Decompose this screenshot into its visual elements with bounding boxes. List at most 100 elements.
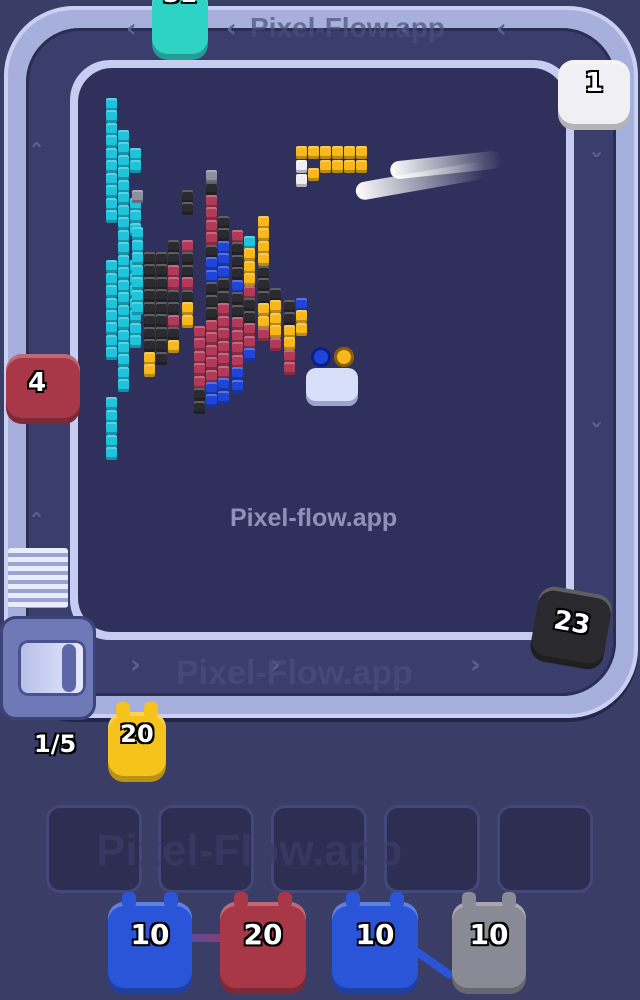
pixel-block	[118, 229, 129, 243]
pixel-block	[156, 264, 167, 278]
pig-ear	[462, 892, 476, 908]
pixel-block	[144, 351, 155, 365]
conveyor-pig-black[interactable]: 23	[527, 584, 615, 672]
conveyor-pig-white[interactable]: 1	[558, 60, 630, 130]
pixel-block	[106, 397, 117, 411]
pixel-block	[106, 422, 117, 436]
pixel-block	[144, 339, 155, 353]
pixel-block	[156, 252, 167, 265]
pixel-block	[270, 325, 281, 339]
conveyor-pig-cyan[interactable]: 31	[152, 0, 208, 60]
pixel-block	[296, 174, 307, 187]
pixel-block	[118, 154, 129, 168]
waiting-pig-gray[interactable]: 10	[452, 892, 526, 994]
holding-slot[interactable]	[497, 805, 593, 893]
entry-grate	[8, 548, 68, 608]
pixel-block	[232, 279, 243, 293]
pig-ear	[116, 702, 130, 718]
pixel-block	[168, 277, 179, 291]
yellow-ammo-ball	[334, 347, 354, 367]
pixel-block	[218, 290, 229, 304]
pixel-block	[356, 160, 367, 173]
pixel-block	[144, 264, 155, 278]
pixel-block	[106, 172, 117, 186]
shooter-turret	[306, 368, 358, 406]
pixel-block	[182, 264, 193, 278]
waiting-pig-blue[interactable]: 10	[332, 892, 418, 994]
pixel-block	[118, 329, 129, 343]
pixel-block	[206, 207, 217, 221]
pixel-block	[232, 367, 243, 381]
pixel-block	[106, 197, 117, 211]
pixel-block	[194, 338, 205, 352]
active-pig-yellow[interactable]: 20	[108, 702, 166, 782]
pixel-block	[232, 342, 243, 356]
pixel-block	[218, 240, 229, 254]
pixel-block	[206, 282, 217, 296]
pixel-block	[132, 227, 143, 241]
pixel-block	[106, 447, 117, 461]
pixel-block	[118, 142, 129, 156]
pixel-block	[106, 122, 117, 136]
pixel-block	[168, 314, 179, 328]
pixel-block	[106, 110, 117, 124]
chevron-left-icon: ‹	[226, 14, 237, 44]
pixel-block	[194, 388, 205, 402]
pixel-block	[244, 248, 255, 262]
pixel-block	[284, 337, 295, 351]
pixel-block	[244, 260, 255, 274]
pixel-block	[118, 130, 129, 143]
pixel-block	[144, 364, 155, 378]
pixel-block	[130, 322, 141, 336]
pixel-block	[218, 328, 229, 342]
conveyor-pig-crimson[interactable]: 4	[6, 354, 80, 424]
pixel-block	[284, 300, 295, 313]
pixel-block	[232, 304, 243, 318]
track-watermark-top: Pixel-Flow.app	[250, 12, 445, 43]
pixel-block	[218, 228, 229, 242]
pixel-block	[232, 254, 243, 268]
pixel-block	[182, 190, 193, 203]
pixel-block	[206, 394, 217, 408]
pixel-block	[182, 277, 193, 291]
pixel-block	[270, 288, 281, 301]
pixel-block	[206, 244, 217, 258]
pixel-block	[156, 289, 167, 303]
pig-ear	[502, 892, 516, 908]
pixel-block	[144, 289, 155, 303]
pixel-block	[244, 323, 255, 337]
pixel-block	[206, 257, 217, 271]
pixel-block	[284, 324, 295, 338]
pixel-block	[118, 354, 129, 368]
pixel-block	[168, 264, 179, 278]
pixel-block	[232, 230, 243, 243]
pixel-block	[258, 228, 269, 242]
waiting-pig-blue[interactable]: 10	[108, 892, 192, 994]
pixel-block	[144, 276, 155, 290]
pixel-block	[106, 147, 117, 161]
pixel-block	[130, 335, 141, 349]
pixel-block	[206, 307, 217, 321]
pixel-block	[144, 326, 155, 340]
pixel-block	[218, 216, 229, 229]
pixel-block	[218, 253, 229, 267]
chevron-right-icon: ›	[130, 650, 141, 680]
pixel-block	[130, 160, 141, 174]
pixel-block	[218, 353, 229, 367]
pixel-block	[132, 277, 143, 291]
pixel-block	[132, 289, 143, 303]
pixel-block	[258, 328, 269, 342]
pixel-block	[332, 160, 343, 173]
pixel-block	[206, 344, 217, 358]
pixel-block	[118, 341, 129, 355]
pixel-block	[130, 210, 141, 224]
pixel-block	[118, 192, 129, 206]
pixel-block	[168, 240, 179, 253]
center-watermark: Pixel-flow.app	[230, 504, 398, 532]
pig-ear	[234, 892, 248, 908]
pixel-block	[118, 179, 129, 193]
pixel-block	[182, 302, 193, 316]
waiting-pig-crimson[interactable]: 20	[220, 892, 306, 994]
pixel-block	[182, 202, 193, 216]
queue-counter: 1/5	[34, 730, 77, 758]
